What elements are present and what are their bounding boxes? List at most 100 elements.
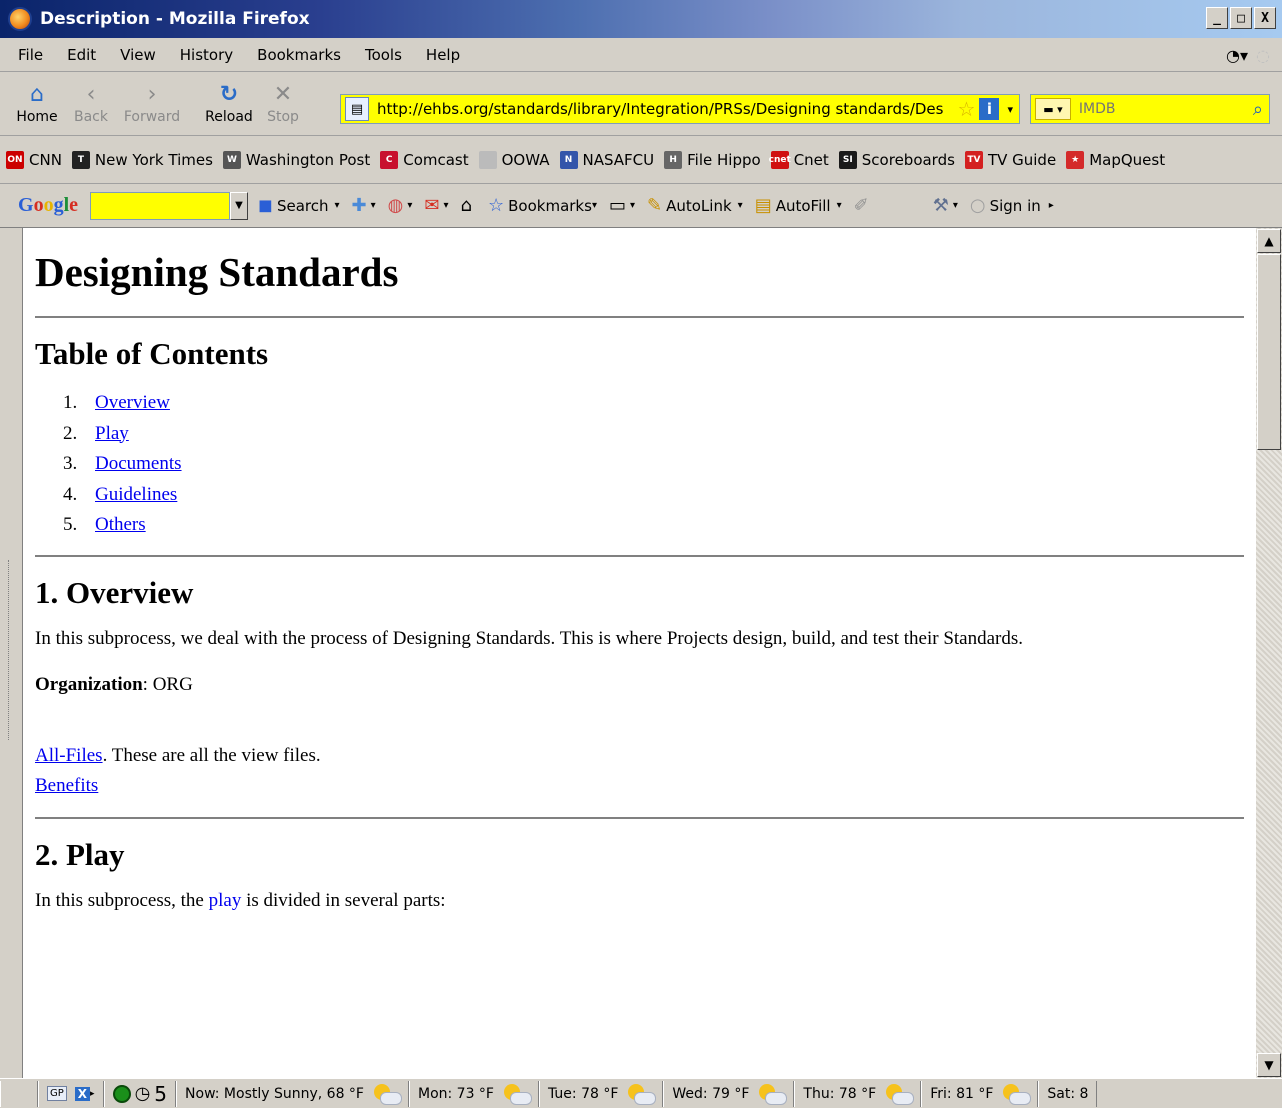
stop-button[interactable]: ✕ Stop (256, 82, 310, 125)
back-arrow-icon: ‹ (86, 81, 96, 107)
sign-in-circle-icon: ○ (969, 195, 986, 216)
google-search-input[interactable] (90, 191, 231, 220)
bookmark-cnn[interactable]: ON CNN (6, 150, 62, 169)
weather-cell[interactable]: Thu: 78 °F (794, 1080, 922, 1107)
throbber-icon: ◌ (1256, 46, 1270, 65)
vertical-scrollbar[interactable]: ▲ ▼ (1256, 228, 1282, 1078)
maximize-button[interactable]: □ (1230, 7, 1252, 29)
bookmark-cnet[interactable]: cnet Cnet (769, 150, 829, 169)
weather-text: Sat: 8 (1047, 1085, 1089, 1102)
menu-tools[interactable]: Tools (353, 46, 414, 64)
home-button[interactable]: ⌂ Home (10, 81, 64, 125)
menu-history[interactable]: History (168, 46, 245, 64)
divider (35, 554, 1244, 557)
address-bar[interactable]: ▤ http://ehbs.org/standards/library/Inte… (340, 94, 1020, 124)
weather-text: Fri: 81 °F (930, 1085, 994, 1102)
partly-sunny-icon (884, 1083, 915, 1105)
forward-button[interactable]: › Forward (118, 81, 186, 125)
partly-sunny-icon (757, 1083, 788, 1105)
weather-cell[interactable]: Wed: 79 °F (663, 1080, 795, 1107)
all-files-link[interactable]: All-Files (35, 745, 103, 766)
menu-edit[interactable]: Edit (55, 46, 108, 64)
weather-cell[interactable]: Sat: 8 (1038, 1080, 1098, 1107)
status-circle-icon[interactable]: ◔▾ (1226, 46, 1248, 65)
home-icon: ⌂ (30, 81, 44, 107)
google-bookmarks-button[interactable]: ☆ Bookmarks ▾ (488, 195, 597, 216)
benefits-link[interactable]: Benefits (35, 775, 98, 796)
google-bubble-button[interactable]: ◍ ▾ (388, 195, 413, 216)
google-plus-button[interactable]: ✚ ▾ (352, 195, 376, 216)
bookmark-new-york-times[interactable]: T New York Times (71, 150, 213, 169)
url-text[interactable]: http://ehbs.org/standards/library/Integr… (377, 100, 958, 118)
highlighter-button[interactable]: ✐ (854, 195, 873, 216)
weather-cell[interactable]: Tue: 78 °F (539, 1080, 664, 1107)
bookmark-washington-post[interactable]: W Washington Post (222, 150, 370, 169)
forward-arrow-icon: › (147, 81, 157, 107)
bookmark-mapquest[interactable]: ★ MapQuest (1066, 150, 1165, 169)
settings-button[interactable]: ⚒ ▾ (933, 195, 958, 216)
cnn-icon: ON (6, 150, 24, 169)
search-bar[interactable]: ▬ ▾ ⌕ (1030, 94, 1270, 124)
page-icon (478, 150, 497, 169)
search-icon[interactable]: ⌕ (1253, 99, 1263, 120)
minimize-button[interactable]: _ (1206, 7, 1228, 29)
search-input[interactable] (1078, 101, 1253, 117)
back-button[interactable]: ‹ Back (64, 81, 118, 125)
sidebar-grip[interactable] (8, 560, 12, 740)
bookmark-comcast[interactable]: C Comcast (380, 150, 469, 169)
weather-cell[interactable]: Fri: 81 °F (921, 1080, 1039, 1107)
autolink-button[interactable]: ✎ AutoLink ▾ (647, 195, 743, 216)
overview-links: All-Files. These are all the view files.… (35, 741, 1244, 801)
toc-link-guidelines[interactable]: Guidelines (95, 480, 177, 511)
google-logo[interactable]: Google (18, 194, 78, 217)
menu-help[interactable]: Help (414, 46, 472, 64)
info-icon[interactable]: i (979, 98, 1000, 120)
bookmark-nasafcu[interactable]: N NASAFCU (559, 150, 654, 169)
tvguide-icon: TV (964, 150, 983, 169)
bookmark-star-icon[interactable]: ☆ (958, 97, 976, 121)
bookmark-file-hippo[interactable]: H File Hippo (664, 150, 761, 169)
toc-link-documents[interactable]: Documents (95, 449, 182, 480)
bank-button[interactable]: ⌂ (461, 195, 476, 216)
input-field-button[interactable]: ▭ ▾ (609, 195, 635, 216)
gp-cell[interactable]: GP X ▸ (38, 1080, 104, 1107)
clock-icon[interactable]: ◷ (135, 1083, 151, 1104)
menu-bookmarks[interactable]: Bookmarks (245, 46, 353, 64)
bookmark-oowa[interactable]: OOWA (478, 150, 550, 169)
close-button[interactable]: X (1254, 7, 1276, 29)
url-dropdown-icon[interactable]: ▾ (1007, 103, 1013, 116)
bookmark-tv-guide[interactable]: TV TV Guide (964, 150, 1057, 169)
menu-file[interactable]: File (6, 46, 55, 64)
bookmark-label: TV Guide (987, 150, 1057, 169)
sign-in-button[interactable]: ○ Sign in ▸ (970, 195, 1054, 216)
bookmark-scoreboards[interactable]: SI Scoreboards (838, 150, 955, 169)
benefits-line: Benefits (35, 771, 1244, 801)
stop-label: Stop (267, 108, 299, 125)
menu-view[interactable]: View (108, 46, 168, 64)
toc-link-others[interactable]: Others (95, 510, 146, 541)
green-status-icon[interactable] (112, 1084, 131, 1103)
form-icon: ▤ (754, 195, 772, 216)
toc-link-play[interactable]: Play (95, 419, 129, 450)
gmail-button[interactable]: ✉ ▾ (424, 195, 448, 216)
weather-cell[interactable]: Now: Mostly Sunny, 68 °F (176, 1080, 409, 1107)
all-files-text: . These are all the view files. (102, 744, 321, 766)
toc-item: 2. Play (63, 419, 1244, 450)
google-search-dropdown[interactable]: ▼ (230, 191, 249, 220)
organization-label: Organization (35, 673, 143, 695)
search-engine-selector[interactable]: ▬ ▾ (1035, 98, 1071, 120)
autofill-button[interactable]: ▤ AutoFill ▾ (755, 195, 842, 216)
scroll-down-button[interactable]: ▼ (1257, 1053, 1281, 1077)
toc-item: 4. Guidelines (63, 480, 1244, 511)
x-app-icon[interactable]: X (74, 1086, 91, 1101)
toc-number: 4. (63, 483, 78, 505)
reload-button[interactable]: ↻ Reload (202, 82, 256, 125)
weather-cell[interactable]: Mon: 73 °F (408, 1080, 539, 1107)
play-link[interactable]: play (209, 890, 242, 911)
google-search-button[interactable]: ◼ Search ▾ (258, 195, 340, 216)
toc-link-overview[interactable]: Overview (95, 388, 170, 419)
toc-number: 1. (63, 392, 78, 413)
scroll-up-button[interactable]: ▲ (1257, 229, 1281, 253)
site-identity-icon[interactable]: ▤ (345, 97, 369, 121)
scroll-thumb[interactable] (1257, 254, 1281, 450)
